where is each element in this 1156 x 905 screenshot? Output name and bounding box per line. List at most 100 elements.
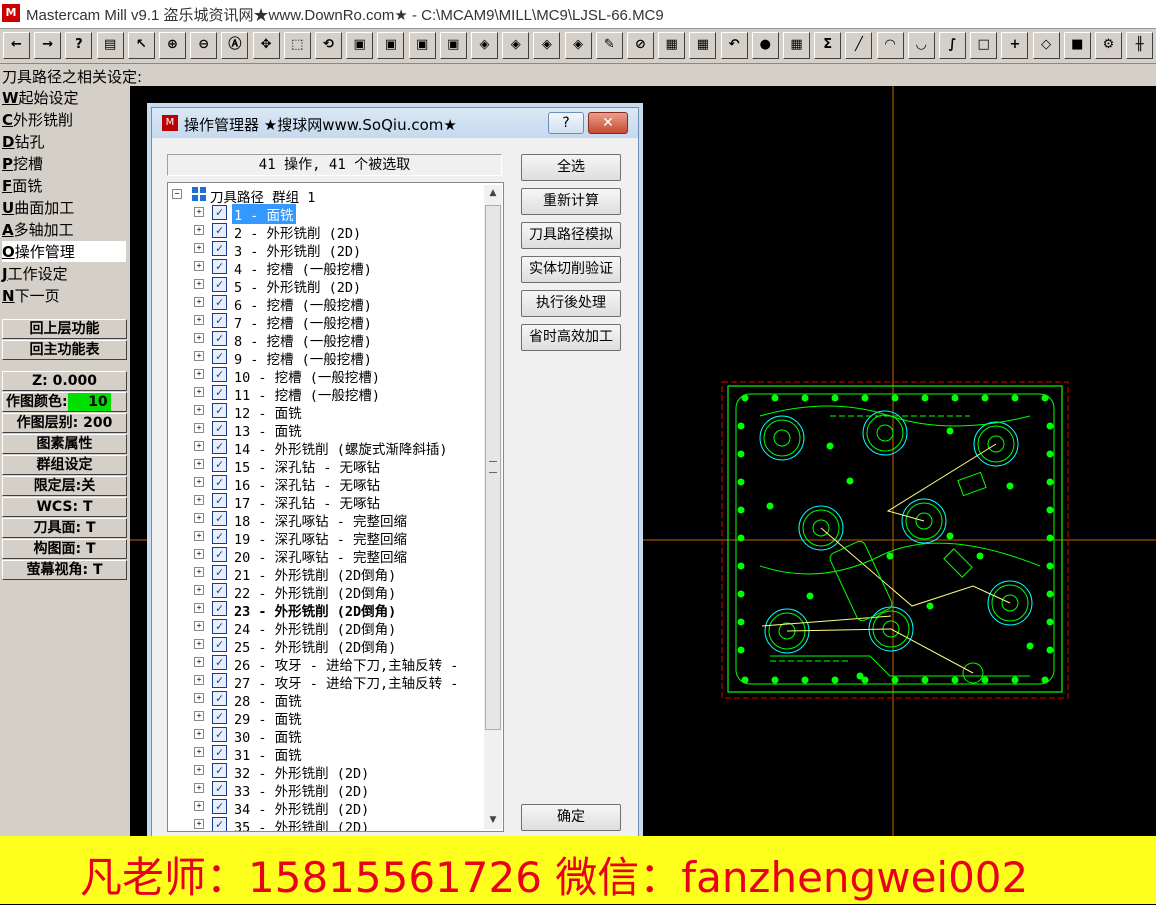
cube-1-button[interactable]: ◈ xyxy=(471,32,498,59)
operation-checkbox[interactable]: ✓ xyxy=(212,403,227,418)
view-rotate-button[interactable]: ⟲ xyxy=(315,32,342,59)
operation-row[interactable]: + ✓ 25 - 外形铣削 (2D倒角) xyxy=(168,635,484,656)
operation-checkbox[interactable]: ✓ xyxy=(212,673,227,688)
operation-row[interactable]: + ✓ 31 - 面铣 xyxy=(168,743,484,764)
back-button[interactable]: 回上层功能 xyxy=(2,319,127,339)
z-depth-button[interactable]: Z: 0.000 xyxy=(2,371,127,391)
expand-icon[interactable]: + xyxy=(194,549,204,559)
expand-icon[interactable]: + xyxy=(194,441,204,451)
screen-view-button[interactable]: 萤幕视角: T xyxy=(2,560,127,580)
operation-row[interactable]: + ✓ 29 - 面铣 xyxy=(168,707,484,728)
expand-icon[interactable]: + xyxy=(194,765,204,775)
expand-icon[interactable]: + xyxy=(194,315,204,325)
expand-icon[interactable]: + xyxy=(194,819,204,829)
operation-row[interactable]: + ✓ 28 - 面铣 xyxy=(168,689,484,710)
operation-row[interactable]: + ✓ 15 - 深孔钻 - 无啄钻 xyxy=(168,455,484,476)
cube-2-button[interactable]: ◈ xyxy=(502,32,530,59)
expand-icon[interactable]: + xyxy=(194,585,204,595)
operation-checkbox[interactable]: ✓ xyxy=(212,457,227,472)
attributes-button[interactable]: 图素属性 xyxy=(2,434,127,454)
menu-item-n[interactable]: N下一页 xyxy=(2,285,126,306)
operation-row[interactable]: + ✓ 2 - 外形铣削 (2D) xyxy=(168,221,484,242)
view-front-button[interactable]: ▣ xyxy=(377,32,405,59)
expand-icon[interactable]: + xyxy=(194,243,204,253)
operation-row[interactable]: + ✓ 23 - 外形铣削 (2D倒角) xyxy=(168,599,484,620)
expand-icon[interactable]: + xyxy=(194,675,204,685)
sphere-button[interactable]: ● xyxy=(751,32,779,59)
operation-row[interactable]: + ✓ 22 - 外形铣削 (2D倒角) xyxy=(168,581,484,602)
expand-icon[interactable]: + xyxy=(194,369,204,379)
expand-icon[interactable]: + xyxy=(194,351,204,361)
cube-3-button[interactable]: ◈ xyxy=(533,32,561,59)
operation-checkbox[interactable]: ✓ xyxy=(212,565,227,580)
cube-4-button[interactable]: ◈ xyxy=(564,32,592,59)
expand-icon[interactable]: + xyxy=(194,387,204,397)
menu-item-c[interactable]: C外形铣削 xyxy=(2,109,126,130)
more-button[interactable]: ╫ xyxy=(1126,32,1154,59)
expand-icon[interactable]: + xyxy=(194,729,204,739)
expand-icon[interactable]: + xyxy=(194,693,204,703)
operation-checkbox[interactable]: ✓ xyxy=(212,709,227,724)
tree-scrollbar[interactable]: ▲ ▼ xyxy=(484,185,502,829)
expand-icon[interactable]: + xyxy=(194,333,204,343)
menu-item-d[interactable]: D钻孔 xyxy=(2,131,126,152)
fillet-button[interactable]: ◡ xyxy=(907,32,935,59)
menu-item-u[interactable]: U曲面加工 xyxy=(2,197,126,218)
expand-icon[interactable]: + xyxy=(194,567,204,577)
operation-checkbox[interactable]: ✓ xyxy=(212,529,227,544)
gear-button[interactable]: ⚙ xyxy=(1095,32,1122,59)
operations-tree[interactable]: − 刀具路径 群组 1 + ✓ 1 - 面铣 + ✓ 2 - 外形铣削 (2D) + ✓ 3 -… xyxy=(167,182,504,832)
zoom-fit-button[interactable]: Ⓐ xyxy=(221,32,249,59)
layers-button[interactable]: ▦ xyxy=(658,32,686,59)
operation-checkbox[interactable]: ✓ xyxy=(212,655,227,670)
operation-checkbox[interactable]: ✓ xyxy=(212,799,227,814)
main-menu-button[interactable]: 回主功能表 xyxy=(2,340,127,360)
expand-icon[interactable]: + xyxy=(194,801,204,811)
operation-checkbox[interactable]: ✓ xyxy=(212,295,227,310)
select-all-button[interactable]: 全选 xyxy=(521,154,621,181)
backplot-button[interactable]: 刀具路径模拟 xyxy=(521,222,621,249)
pencil-button[interactable]: ✎ xyxy=(595,32,623,59)
operation-checkbox[interactable]: ✓ xyxy=(212,493,227,508)
expand-icon[interactable]: + xyxy=(194,531,204,541)
point-button[interactable]: + xyxy=(1001,32,1029,59)
verify-button[interactable]: 实体切削验证 xyxy=(521,256,621,283)
expand-icon[interactable]: + xyxy=(194,261,204,271)
operation-checkbox[interactable]: ✓ xyxy=(212,601,227,616)
operation-checkbox[interactable]: ✓ xyxy=(212,367,227,382)
view-side-button[interactable]: ▣ xyxy=(408,32,436,59)
expand-icon[interactable]: + xyxy=(194,711,204,721)
operation-row[interactable]: + ✓ 14 - 外形铣削 (螺旋式渐降斜插) xyxy=(168,437,484,458)
line-button[interactable]: ╱ xyxy=(845,32,873,59)
tool-plane-button[interactable]: 刀具面: T xyxy=(2,518,127,538)
expand-icon[interactable]: + xyxy=(194,621,204,631)
operation-checkbox[interactable]: ✓ xyxy=(212,331,227,346)
operation-row[interactable]: + ✓ 17 - 深孔钻 - 无啄钻 xyxy=(168,491,484,512)
undo-button[interactable]: ↶ xyxy=(720,32,748,59)
expand-icon[interactable]: + xyxy=(194,477,204,487)
operation-checkbox[interactable]: ✓ xyxy=(212,727,227,742)
pick-help-button[interactable]: ↖ xyxy=(127,32,155,59)
operation-checkbox[interactable]: ✓ xyxy=(212,259,227,274)
solid-button[interactable]: ■ xyxy=(1063,32,1091,59)
mask-button[interactable]: 限定层:关 xyxy=(2,476,127,496)
arc-button[interactable]: ◠ xyxy=(876,32,904,59)
regenerate-button[interactable]: 重新计算 xyxy=(521,188,621,215)
operation-checkbox[interactable]: ✓ xyxy=(212,745,227,760)
operation-row[interactable]: + ✓ 11 - 挖槽 (一般挖槽) xyxy=(168,383,484,404)
operation-checkbox[interactable]: ✓ xyxy=(212,385,227,400)
operation-row[interactable]: + ✓ 24 - 外形铣削 (2D倒角) xyxy=(168,617,484,638)
operation-row[interactable]: + ✓ 20 - 深孔啄钻 - 完整回缩 xyxy=(168,545,484,566)
operation-checkbox[interactable]: ✓ xyxy=(212,205,227,220)
arrow-right-button[interactable]: → xyxy=(34,32,62,59)
level-button[interactable]: 作图层别: 200 xyxy=(2,413,127,433)
menu-item-o[interactable]: O操作管理 xyxy=(2,241,126,262)
ok-button[interactable]: 确定 xyxy=(521,804,621,831)
surface-button[interactable]: ◇ xyxy=(1032,32,1060,59)
construction-plane-button[interactable]: 构图面: T xyxy=(2,539,127,559)
operation-row[interactable]: + ✓ 9 - 挖槽 (一般挖槽) xyxy=(168,347,484,368)
operation-checkbox[interactable]: ✓ xyxy=(212,619,227,634)
collapse-icon[interactable]: − xyxy=(172,189,182,199)
menu-item-a[interactable]: A多轴加工 xyxy=(2,219,126,240)
operation-checkbox[interactable]: ✓ xyxy=(212,223,227,238)
